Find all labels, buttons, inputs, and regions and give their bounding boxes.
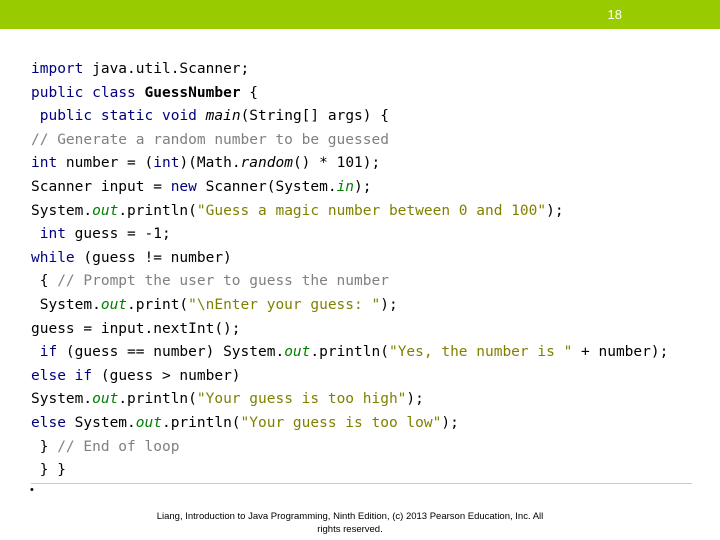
code-token: { bbox=[240, 84, 259, 101]
code-token: (guess != number) bbox=[74, 249, 232, 266]
code-token: { bbox=[31, 273, 58, 290]
divider bbox=[31, 483, 692, 484]
code-token: // Prompt the user to guess the number bbox=[57, 273, 389, 290]
code-token: in bbox=[336, 178, 355, 195]
code-token: else bbox=[31, 414, 66, 431]
code-token: + number); bbox=[572, 344, 669, 361]
code-token: guess = input.nextInt(); bbox=[31, 320, 241, 337]
code-token: System. bbox=[65, 414, 136, 431]
code-line: public class GuessNumber { bbox=[31, 82, 668, 106]
footer-copyright: Liang, Introduction to Java Programming,… bbox=[140, 510, 560, 536]
code-line: guess = input.nextInt(); bbox=[31, 318, 668, 342]
code-token: (guess > number) bbox=[92, 367, 241, 384]
code-token: .println( bbox=[161, 414, 241, 431]
code-token: out bbox=[92, 202, 119, 219]
code-token: int bbox=[39, 226, 66, 243]
code-token: ); bbox=[441, 414, 459, 431]
code-token: int bbox=[31, 155, 58, 172]
code-line: Scanner input = new Scanner(System.in); bbox=[31, 176, 668, 200]
code-line: // Generate a random number to be guesse… bbox=[31, 129, 668, 153]
footer-line-2: rights reserved. bbox=[317, 524, 383, 535]
code-token: .println( bbox=[310, 344, 389, 361]
code-token: public bbox=[31, 84, 84, 101]
code-token: if bbox=[74, 367, 93, 384]
code-token: System. bbox=[31, 296, 101, 313]
header-bar: 18 bbox=[0, 0, 720, 29]
code-token: () * 101); bbox=[292, 155, 381, 172]
code-token: // Generate a random number to be guesse… bbox=[31, 131, 389, 148]
code-token: new bbox=[170, 178, 197, 195]
code-line: else System.out.println("Your guess is t… bbox=[31, 412, 668, 436]
code-token: java.util.Scanner; bbox=[83, 61, 250, 77]
code-token: if bbox=[39, 344, 58, 361]
code-line: import java.util.Scanner; bbox=[31, 58, 668, 82]
code-token: } } bbox=[31, 462, 66, 479]
code-token: number = ( bbox=[57, 155, 154, 172]
page-number: 18 bbox=[607, 7, 622, 22]
code-token: .print( bbox=[127, 296, 189, 313]
bullet-marker: • bbox=[30, 484, 34, 496]
code-line: System.out.print("\nEnter your guess: ")… bbox=[31, 294, 668, 318]
code-token: "Your guess is too high" bbox=[196, 391, 407, 408]
code-token: Scanner input = bbox=[31, 178, 171, 195]
code-line: public static void main(String[] args) { bbox=[31, 105, 668, 129]
code-token: main bbox=[205, 108, 241, 125]
code-token: void bbox=[161, 108, 197, 125]
code-line: System.out.println("Your guess is too hi… bbox=[31, 388, 668, 412]
code-token: GuessNumber bbox=[144, 84, 241, 101]
code-token: random bbox=[240, 155, 293, 172]
code-token: "Guess a magic number between 0 and 100" bbox=[196, 202, 547, 219]
code-token: // End of loop bbox=[57, 438, 180, 455]
code-listing: import java.util.Scanner; public class Gu… bbox=[31, 58, 668, 483]
code-token: while bbox=[31, 249, 75, 266]
code-token: public bbox=[39, 108, 93, 125]
code-token: ); bbox=[354, 178, 372, 195]
code-token: ); bbox=[406, 391, 424, 408]
code-token: import bbox=[31, 61, 84, 77]
code-token: class bbox=[92, 84, 136, 101]
code-line: } // End of loop bbox=[31, 436, 668, 460]
code-line: while (guess != number) bbox=[31, 247, 668, 271]
footer-line-1: Liang, Introduction to Java Programming,… bbox=[156, 511, 544, 522]
code-line: int guess = -1; bbox=[31, 223, 668, 247]
code-line: System.out.println("Guess a magic number… bbox=[31, 200, 668, 224]
code-token: out bbox=[135, 414, 162, 431]
code-token: out bbox=[92, 391, 119, 408]
code-token: static bbox=[100, 108, 154, 125]
code-line: { // Prompt the user to guess the number bbox=[31, 270, 668, 294]
code-token: ); bbox=[380, 296, 398, 313]
code-token: "Your guess is too low" bbox=[240, 414, 442, 431]
code-token: System. bbox=[31, 202, 93, 219]
code-token: (guess == number) System. bbox=[57, 344, 285, 361]
code-token: guess = -1; bbox=[65, 226, 171, 243]
code-token: .println( bbox=[118, 391, 197, 408]
code-token: )(Math. bbox=[179, 155, 241, 172]
code-token: out bbox=[100, 296, 128, 313]
code-token: int bbox=[153, 155, 180, 172]
code-token: out bbox=[284, 344, 311, 361]
code-token: else bbox=[31, 367, 66, 384]
code-line: } } bbox=[31, 459, 668, 483]
code-token: "\nEnter your guess: " bbox=[188, 296, 381, 313]
code-line: else if (guess > number) bbox=[31, 365, 668, 389]
code-token: ); bbox=[546, 202, 564, 219]
code-token: (String[] args) { bbox=[240, 108, 389, 125]
code-token: } bbox=[31, 438, 58, 455]
code-token: .println( bbox=[118, 202, 197, 219]
code-token: System. bbox=[31, 391, 93, 408]
code-token: Scanner(System. bbox=[196, 178, 337, 195]
code-line: int number = (int)(Math.random() * 101); bbox=[31, 152, 668, 176]
code-token: "Yes, the number is " bbox=[388, 344, 573, 361]
code-line: if (guess == number) System.out.println(… bbox=[31, 341, 669, 365]
